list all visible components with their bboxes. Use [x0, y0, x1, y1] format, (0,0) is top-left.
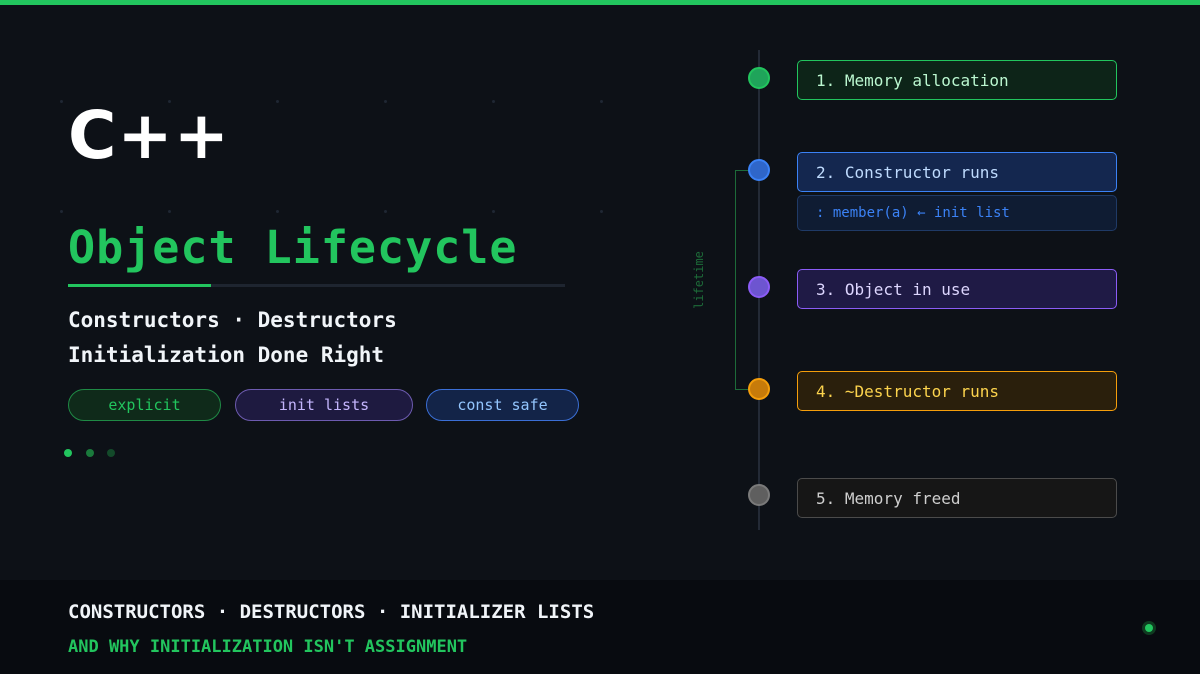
cpp-logo: C++	[68, 97, 231, 174]
timeline-node-constructor	[748, 159, 770, 181]
step-destructor-runs: 4. ~Destructor runs	[797, 371, 1117, 411]
lifetime-label-text: lifetime	[692, 251, 706, 309]
pager-dot-3	[107, 449, 115, 457]
step-constructor-runs: 2. Constructor runs	[797, 152, 1117, 192]
pager-dot-2	[86, 449, 94, 457]
subtitle-line-2: Initialization Done Right	[68, 343, 385, 367]
timeline-node-in-use	[748, 276, 770, 298]
timeline-node-allocation	[748, 67, 770, 89]
title-underline-accent	[68, 284, 211, 287]
subtitle-line-1: Constructors · Destructors	[68, 308, 397, 332]
step-memory-freed: 5. Memory freed	[797, 478, 1117, 518]
timeline-node-destructor	[748, 378, 770, 400]
pager-dot-1	[64, 449, 72, 457]
status-indicator-icon	[1142, 621, 1156, 635]
page-title: Object Lifecycle	[68, 221, 518, 274]
init-list-note: : member(a) ← init list	[797, 195, 1117, 231]
step-memory-allocation: 1. Memory allocation	[797, 60, 1117, 100]
footer-tagline: AND WHY INITIALIZATION ISN'T ASSIGNMENT	[68, 637, 468, 657]
tag-explicit: explicit	[68, 389, 221, 421]
tag-const-safe: const safe	[426, 389, 579, 421]
timeline-node-freed	[748, 484, 770, 506]
tag-init-lists: init lists	[235, 389, 413, 421]
top-accent-bar	[0, 0, 1200, 5]
step-object-in-use: 3. Object in use	[797, 269, 1117, 309]
footer-topics: CONSTRUCTORS · DESTRUCTORS · INITIALIZER…	[68, 601, 595, 623]
